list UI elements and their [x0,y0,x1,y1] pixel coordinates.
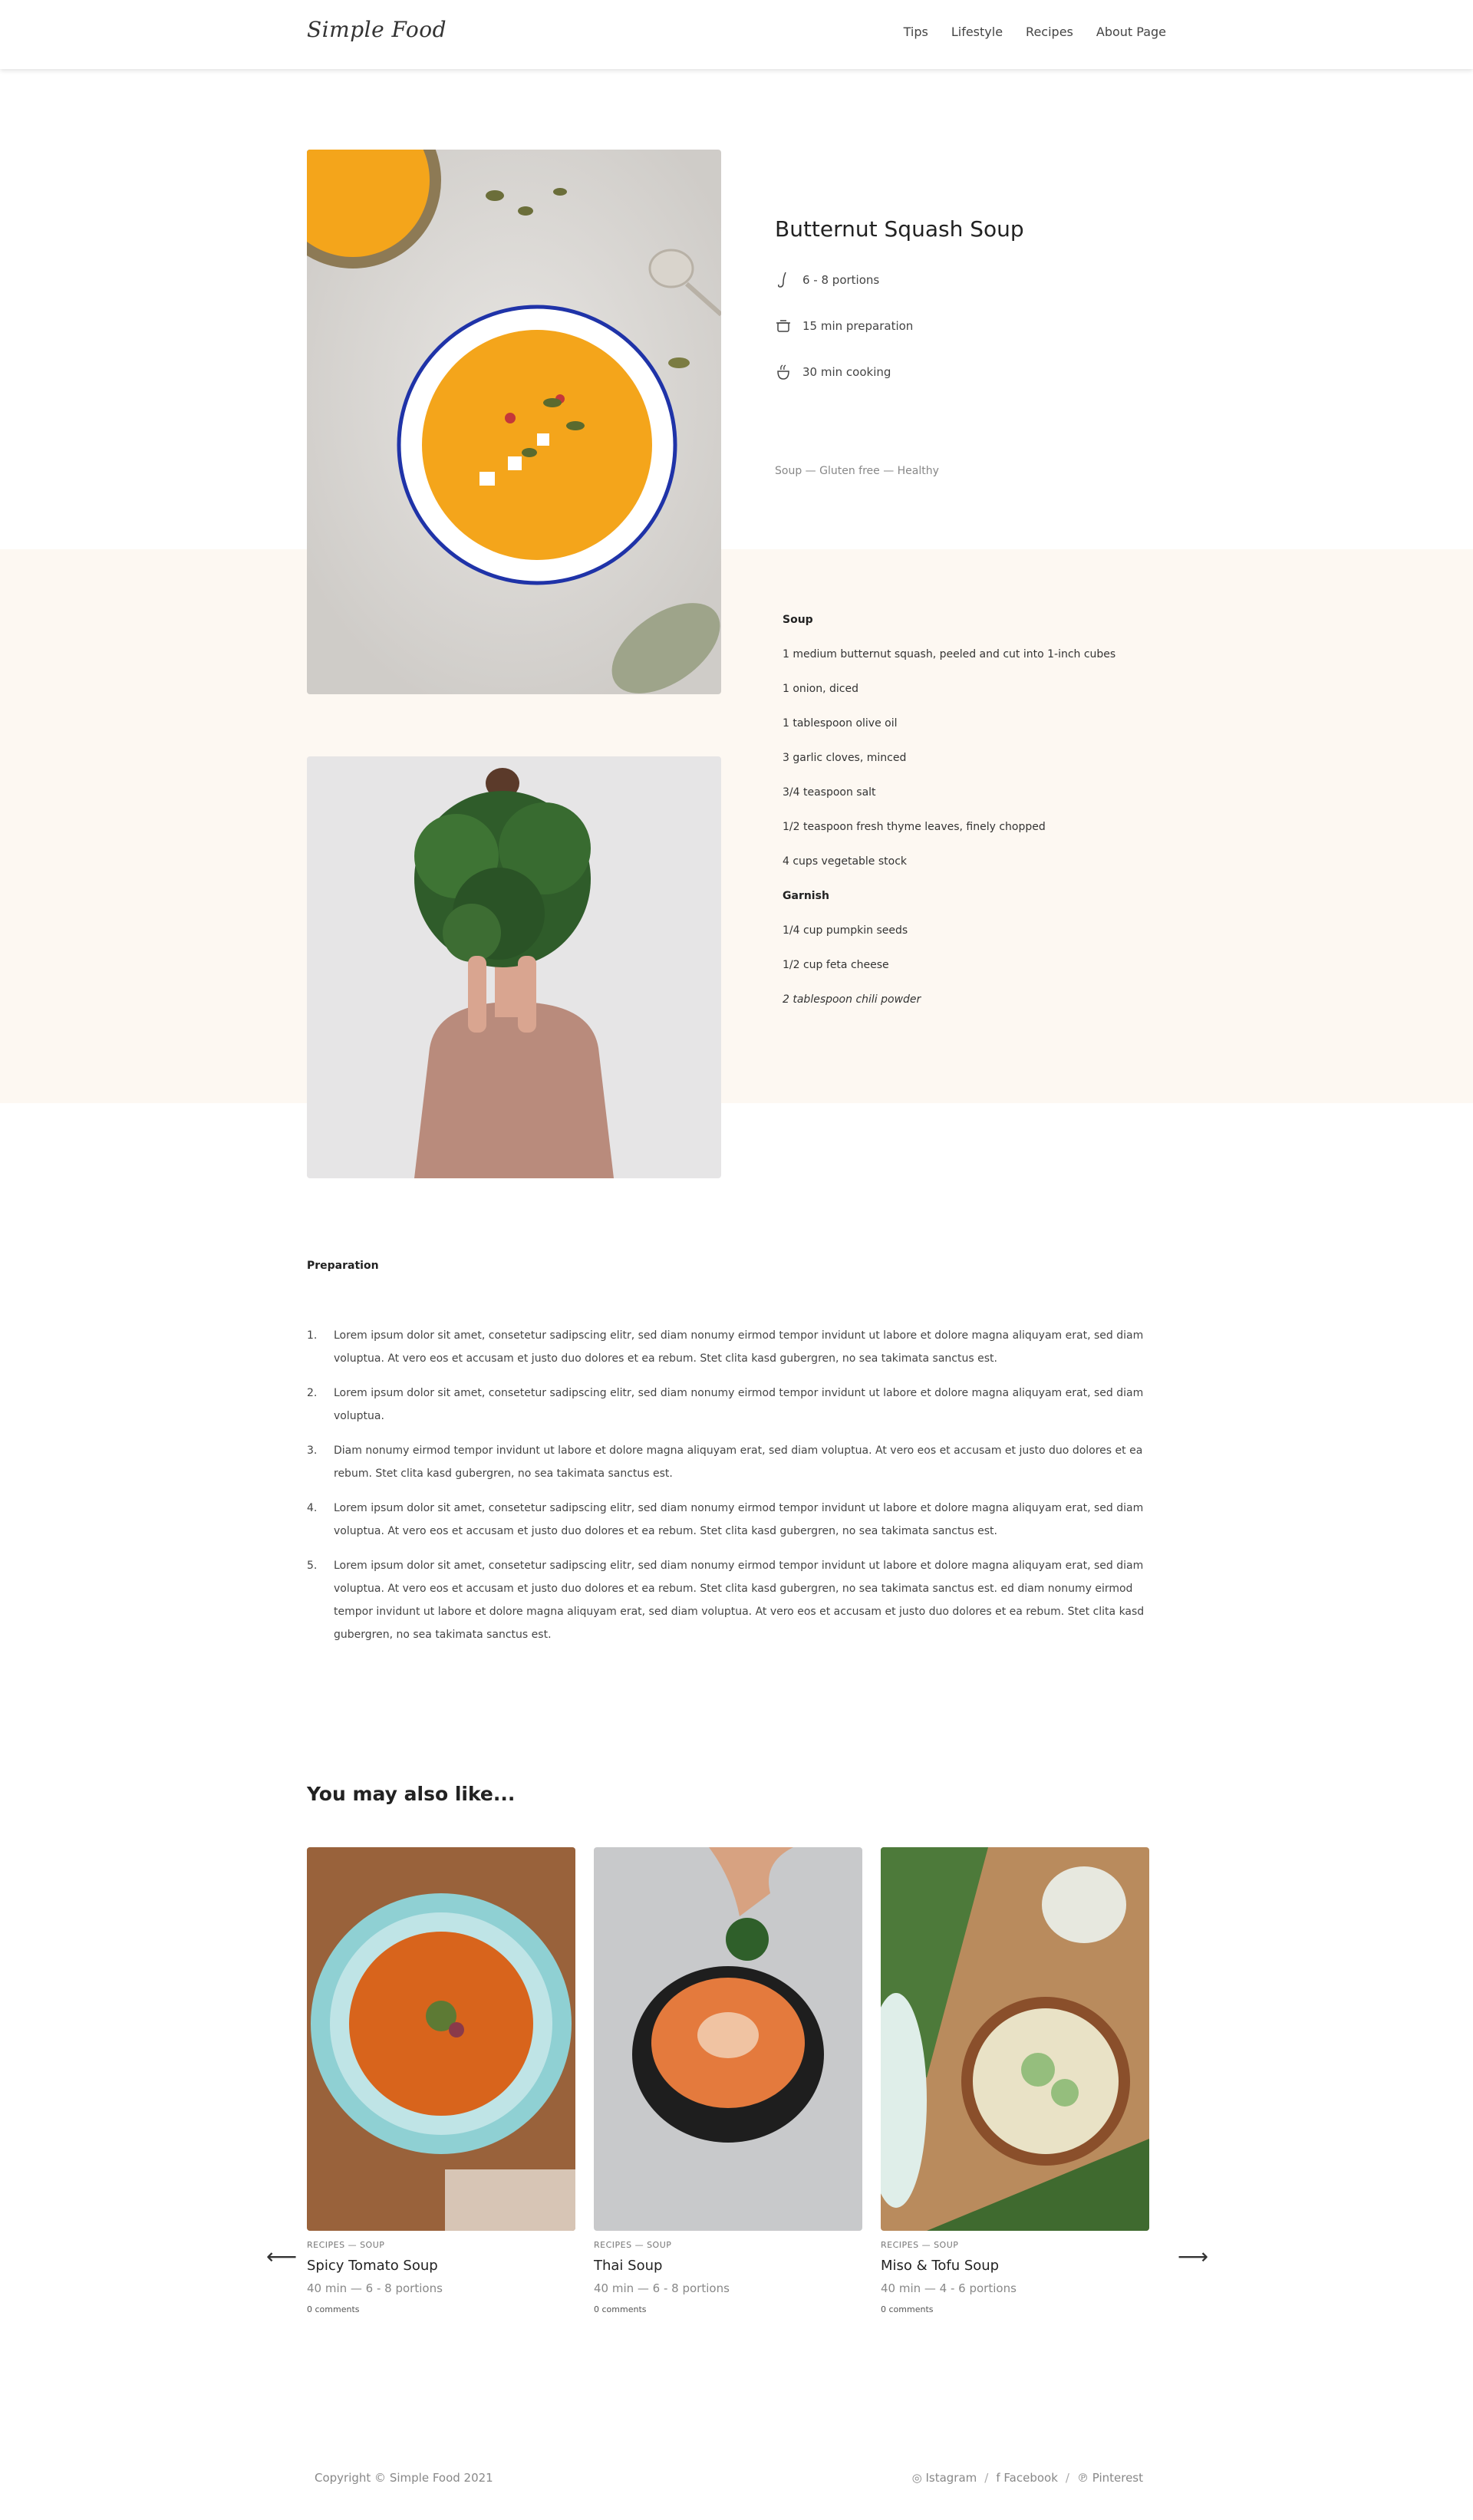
ingredient-item: 3/4 teaspoon salt [783,786,876,799]
greens-image [307,756,721,1178]
nav-item-recipes[interactable]: Recipes [1026,25,1073,39]
preparation-step: 3. Diam nonumy eirmod tempor invidunt ut … [307,1439,1170,1485]
step-number: 1. [307,1329,318,1342]
cooking-pot-icon [775,364,792,380]
step-text: Diam nonumy eirmod tempor invidunt ut la… [334,1444,1143,1480]
ingredients-band [0,549,1473,1103]
ingredient-item: 1 onion, diced [783,683,858,695]
preparation-step: 5. Lorem ipsum dolor sit amet, consetetur… [307,1554,1170,1646]
preparation-heading: Preparation [307,1260,379,1272]
instagram-link[interactable]: ◎ Istagram [912,2471,977,2485]
site-logo[interactable]: Simple Food [307,17,447,42]
spicy-tomato-soup-image[interactable] [307,1847,575,2231]
preparation-steps: 1. Lorem ipsum dolor sit amet, consetetur… [307,1324,1170,1658]
card-meta: 40 min — 6 - 8 portions [307,2281,443,2295]
step-text: Lorem ipsum dolor sit amet, consetetur s… [334,1329,1144,1365]
ingredient-item: 1/2 teaspoon fresh thyme leaves, finely … [783,821,1046,833]
step-text: Lorem ipsum dolor sit amet, consetetur s… [334,1560,1145,1641]
card-comments[interactable]: 0 comments [594,2304,862,2314]
step-text: Lorem ipsum dolor sit amet, consetetur s… [334,1387,1144,1422]
main-nav: Tips Lifestyle Recipes About Page [904,25,1166,39]
miso-tofu-soup-image[interactable] [881,1847,1149,2231]
ingredient-item: 3 garlic cloves, minced [783,752,907,764]
pinterest-icon: ℗ [1076,2471,1089,2485]
nav-item-lifestyle[interactable]: Lifestyle [951,25,1003,39]
ingredient-group-heading: Soup [783,614,813,626]
card-meta: 40 min — 6 - 8 portions [594,2281,730,2295]
step-number: 5. [307,1560,318,1572]
hero-soup-image [307,150,721,694]
card-comments[interactable]: 0 comments [307,2304,575,2314]
prev-arrow-button[interactable]: ⟵ [266,2244,297,2269]
pot-icon [775,318,792,334]
preparation-text: 15 min preparation [802,319,914,333]
card-title[interactable]: Spicy Tomato Soup [307,2258,575,2274]
thai-soup-image[interactable] [594,1847,862,2231]
preparation-meta: 15 min preparation [775,318,913,334]
ingredient-item: 1 medium butternut squash, peeled and cu… [783,648,1116,660]
separator: / [984,2471,989,2485]
preparation-step: 1. Lorem ipsum dolor sit amet, consetetur… [307,1324,1170,1370]
related-card[interactable]: RECIPES — SOUP Miso & Tofu Soup 40 min —… [881,1847,1149,2314]
step-number: 2. [307,1387,318,1399]
card-meta: 40 min — 4 - 6 portions [881,2281,1017,2295]
nav-item-about[interactable]: About Page [1096,25,1166,39]
portions-text: 6 - 8 portions [802,273,880,287]
facebook-icon: f [996,2471,1000,2485]
related-card[interactable]: RECIPES — SOUP Thai Soup 40 min — 6 - 8 … [594,1847,862,2314]
ingredient-item: 2 tablespoon chili powder [783,993,921,1006]
card-title[interactable]: Miso & Tofu Soup [881,2258,1149,2274]
card-comments[interactable]: 0 comments [881,2304,1149,2314]
preparation-step: 2. Lorem ipsum dolor sit amet, consetetur… [307,1382,1170,1428]
card-category[interactable]: RECIPES — SOUP [881,2240,1149,2250]
step-number: 4. [307,1502,318,1514]
ingredient-group-heading: Garnish [783,890,829,902]
social-links: ◎ Istagram / f Facebook / ℗ Pinterest [912,2471,1143,2485]
related-card[interactable]: RECIPES — SOUP Spicy Tomato Soup 40 min … [307,1847,575,2314]
ingredient-item: 4 cups vegetable stock [783,855,908,868]
facebook-label: Facebook [1003,2471,1058,2485]
card-title[interactable]: Thai Soup [594,2258,862,2274]
ingredient-item: 1/2 cup feta cheese [783,959,889,971]
preparation-step: 4. Lorem ipsum dolor sit amet, consetetur… [307,1497,1170,1543]
recipe-title: Butternut Squash Soup [775,216,1024,242]
facebook-link[interactable]: f Facebook [996,2471,1058,2485]
pinterest-label: Pinterest [1092,2471,1143,2485]
portions-meta: 6 - 8 portions [775,272,879,288]
nav-item-tips[interactable]: Tips [904,25,928,39]
ingredient-item: 1/4 cup pumpkin seeds [783,924,908,937]
cooking-text: 30 min cooking [802,365,891,379]
separator: / [1065,2471,1069,2485]
instagram-label: Istagram [925,2471,977,2485]
next-arrow-button[interactable]: ⟶ [1178,2244,1208,2269]
card-category[interactable]: RECIPES — SOUP [307,2240,575,2250]
instagram-icon: ◎ [911,2471,922,2485]
site-header: Simple Food Tips Lifestyle Recipes About… [0,0,1473,69]
step-number: 3. [307,1444,318,1457]
step-text: Lorem ipsum dolor sit amet, consetetur s… [334,1502,1144,1537]
ingredient-item: 1 tablespoon olive oil [783,717,898,730]
pinterest-link[interactable]: ℗ Pinterest [1077,2471,1143,2485]
related-heading: You may also like... [307,1783,516,1805]
recipe-tags[interactable]: Soup — Gluten free — Healthy [775,465,939,477]
cooking-meta: 30 min cooking [775,364,891,380]
copyright: Copyright © Simple Food 2021 [315,2471,493,2485]
card-category[interactable]: RECIPES — SOUP [594,2240,862,2250]
ingredients-list: Soup 1 medium butternut squash, peeled an… [783,614,1181,1028]
spoon-icon [775,272,792,288]
